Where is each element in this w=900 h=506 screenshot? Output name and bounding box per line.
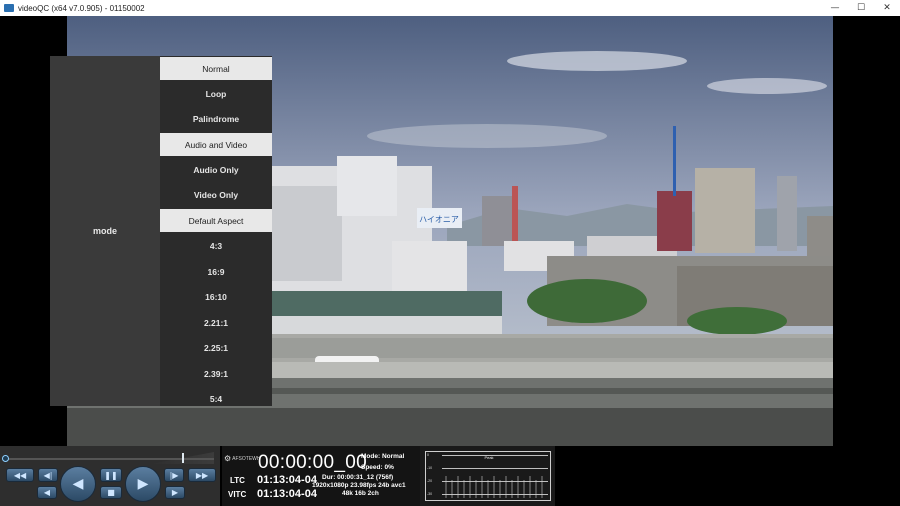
speed-status: Speed: 0% <box>361 464 394 471</box>
maximize-button[interactable]: ☐ <box>848 0 874 16</box>
window-title: videoQC (x64 v7.0.905) - 01150002 <box>18 3 145 13</box>
option-audio-only[interactable]: Audio Only <box>160 157 272 182</box>
app-icon <box>4 4 14 12</box>
close-button[interactable]: ✕ <box>874 0 900 16</box>
rewind-fast-button[interactable]: ◀◀ <box>6 468 34 482</box>
gear-icon: ⚙ <box>224 454 232 463</box>
option-video-only[interactable]: Video Only <box>160 182 272 207</box>
minimize-button[interactable]: — <box>822 0 848 16</box>
forward-fast-button[interactable]: ▶▶ <box>188 468 216 482</box>
duration-info: Dur: 00:00:31_12 (756f) <box>322 474 394 481</box>
option-aspect-5-4[interactable]: 5:4 <box>160 386 272 411</box>
audio-info: 48k 16b 2ch <box>342 490 379 497</box>
vitc-label: VITC <box>228 490 247 499</box>
control-bar: ◀◀ ◀| ◀ ◀ ❚❚ ■ ▶ |▶ ▶ ▶▶ ⚙ AFSOTEWH 00:0… <box>0 446 900 506</box>
pause-button[interactable]: ❚❚ <box>100 468 122 482</box>
frame-forward-button[interactable]: ▶ <box>165 486 185 499</box>
option-default-aspect[interactable]: Default Aspect <box>160 209 272 233</box>
option-aspect-2-39-1[interactable]: 2.39:1 <box>160 361 272 386</box>
option-aspect-4-3[interactable]: 4:3 <box>160 233 272 258</box>
play-reverse-button[interactable]: ◀ <box>60 466 96 502</box>
video-area[interactable]: ハイオニア mode Normal Loop Palindrome Audio … <box>0 16 900 446</box>
step-back-button[interactable]: ◀| <box>38 468 58 482</box>
step-forward-button[interactable]: |▶ <box>164 468 184 482</box>
logo-text: AFSOTEWH <box>232 455 261 462</box>
mode-panel: mode <box>50 56 160 406</box>
scrub-handle[interactable] <box>2 455 9 462</box>
app-logo: ⚙ AFSOTEWH <box>224 454 261 463</box>
option-loop[interactable]: Loop <box>160 81 272 106</box>
timecode-panel: ⚙ AFSOTEWH 00:00:00_00 LTC 01:13:04-04 V… <box>222 446 420 506</box>
ltc-value: 01:13:04-04 <box>257 474 317 486</box>
play-button[interactable]: ▶ <box>125 466 161 502</box>
frame-back-button[interactable]: ◀ <box>37 486 57 499</box>
transport-panel: ◀◀ ◀| ◀ ◀ ❚❚ ■ ▶ |▶ ▶ ▶▶ <box>0 446 220 506</box>
volume-marker[interactable] <box>182 453 184 463</box>
meter-ticks <box>445 476 543 498</box>
title-bar: videoQC (x64 v7.0.905) - 01150002 — ☐ ✕ <box>0 0 900 16</box>
ltc-label: LTC <box>230 476 245 485</box>
option-audio-and-video[interactable]: Audio and Video <box>160 133 272 157</box>
option-palindrome[interactable]: Palindrome <box>160 106 272 131</box>
mode-label: mode <box>92 226 117 236</box>
option-aspect-2-25-1[interactable]: 2.25:1 <box>160 335 272 360</box>
mode-status: Mode: Normal <box>361 453 405 460</box>
option-normal[interactable]: Normal <box>160 57 272 81</box>
audio-meter-panel: Peak 0 -10 -20 -30 <box>420 446 555 506</box>
option-aspect-16-10[interactable]: 16:10 <box>160 284 272 309</box>
option-aspect-2-21-1[interactable]: 2.21:1 <box>160 310 272 335</box>
current-timecode: 00:00:00_00 <box>258 452 367 473</box>
vitc-value: 01:13:04-04 <box>257 488 317 500</box>
mode-option-list: Normal Loop Palindrome Audio and Video A… <box>160 56 272 406</box>
format-info: 1920x1080p 23.98fps 24b avc1 <box>312 482 406 489</box>
option-aspect-16-9[interactable]: 16:9 <box>160 259 272 284</box>
peak-meter: Peak 0 -10 -20 -30 <box>425 451 551 501</box>
stop-button[interactable]: ■ <box>100 486 122 499</box>
window-controls: — ☐ ✕ <box>822 0 900 16</box>
svg-text:ハイオニア: ハイオニア <box>419 215 459 224</box>
